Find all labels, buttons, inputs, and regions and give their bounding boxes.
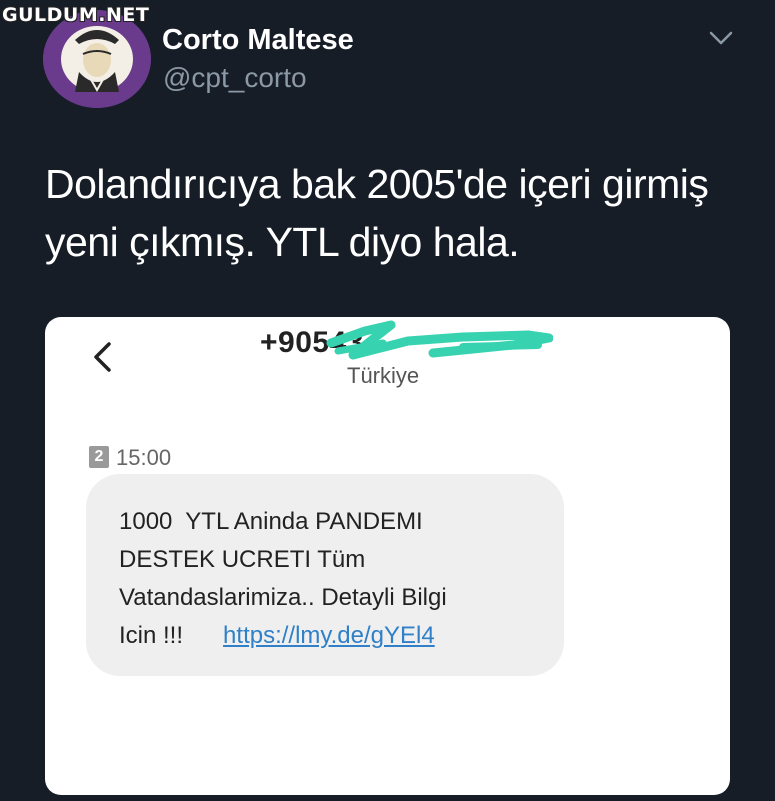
sms-screenshot: +90543 Türkiye 2 15:00 1000 YTL Aninda P…	[45, 317, 730, 795]
message-line: Vatandaslarimiza.. Detayli Bilgi	[119, 584, 447, 611]
message-text: 1000 YTL Aninda PANDEMI DESTEK UCRETI Tü…	[119, 503, 559, 655]
tweet-text-line: yeni çıkmış. YTL diyo hala.	[45, 219, 520, 265]
author-handle[interactable]: @cpt_corto	[163, 62, 307, 94]
site-watermark: GULDUM.NET	[2, 4, 150, 26]
tweet-text: Dolandırıcıya bak 2005'de içeri girmiş y…	[45, 155, 745, 271]
sender-country: Türkiye	[347, 363, 420, 388]
sim-slot-badge: 2	[89, 446, 109, 468]
tweet-text-line: Dolandırıcıya bak 2005'de içeri girmiş	[45, 161, 709, 207]
author-display-name[interactable]: Corto Maltese	[162, 24, 354, 57]
message-link[interactable]: https://lmy.de/gYEl4	[223, 622, 435, 649]
message-line-last: Icin !!! https://lmy.de/gYEl4	[119, 617, 559, 655]
chevron-down-icon[interactable]	[708, 28, 734, 48]
message-bubble[interactable]: 1000 YTL Aninda PANDEMI DESTEK UCRETI Tü…	[86, 474, 564, 676]
message-last-prefix: Icin !!!	[119, 622, 184, 649]
back-arrow-icon[interactable]	[89, 339, 117, 375]
message-line: DESTEK UCRETI Tüm	[119, 546, 366, 573]
message-timestamp: 15:00	[116, 445, 172, 470]
message-line: 1000 YTL Aninda PANDEMI	[119, 508, 423, 535]
